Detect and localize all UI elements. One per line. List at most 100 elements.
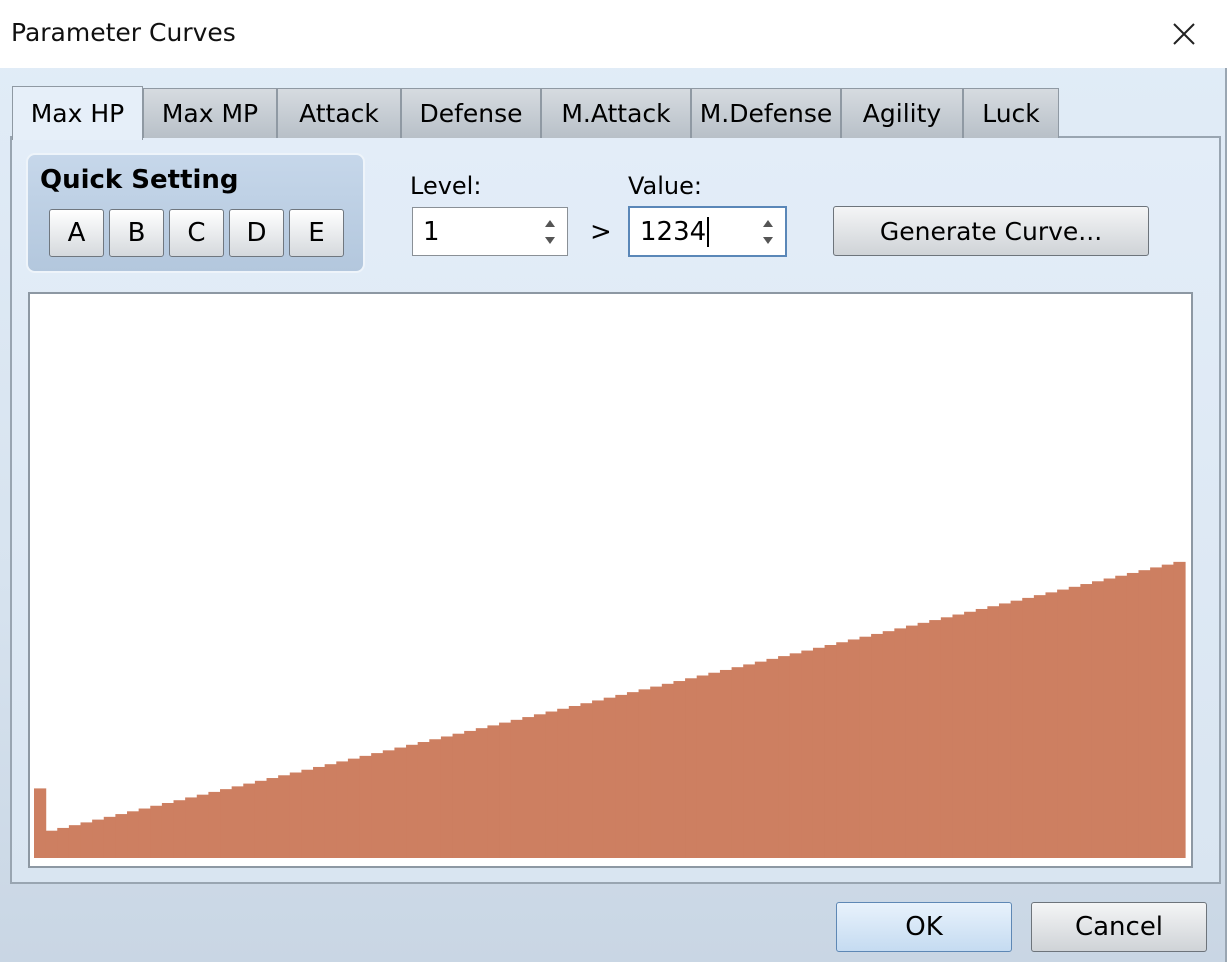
curve-bar-level-72	[859, 636, 872, 858]
spin-up-icon[interactable]	[543, 216, 557, 230]
curve-bar-level-56	[673, 681, 686, 858]
curve-bar-level-40	[487, 725, 500, 858]
curve-bar-level-96	[1138, 570, 1151, 858]
curve-bar-level-47	[568, 705, 582, 858]
close-button[interactable]	[1160, 12, 1208, 56]
curve-bar-level-66	[789, 653, 802, 858]
curve-bar-level-11	[150, 805, 163, 858]
title-bar: Parameter Curves	[0, 0, 1227, 68]
curve-bar-level-21	[266, 778, 279, 858]
curve-bar-level-9	[127, 811, 140, 858]
curve-bar-level-92	[1091, 581, 1105, 858]
curve-bar-level-4	[68, 825, 82, 858]
curve-bar-level-42	[510, 719, 523, 858]
curve-bar-level-8	[115, 814, 128, 858]
curve-bar-level-1	[34, 788, 47, 858]
value-spin-arrows	[761, 216, 775, 248]
curve-bar-level-35	[429, 739, 442, 858]
curve-chart-svg[interactable]	[30, 294, 1191, 866]
curve-bar-level-46	[557, 708, 570, 858]
curve-bar-level-61	[731, 667, 744, 858]
curve-bar-level-75	[894, 628, 907, 858]
tab-agility[interactable]: Agility	[841, 88, 963, 138]
curve-bar-level-53	[638, 689, 651, 858]
spin-down-icon[interactable]	[761, 234, 775, 248]
value-input[interactable]: 1234	[640, 208, 710, 255]
curve-bar-level-62	[743, 664, 756, 858]
text-caret	[707, 216, 710, 247]
spin-down-icon[interactable]	[543, 234, 557, 248]
level-value: 1	[423, 216, 440, 247]
arrow-separator: >	[590, 217, 612, 247]
level-stepper[interactable]: 1	[412, 207, 568, 256]
curve-bar-level-50	[603, 697, 616, 858]
curve-bar-level-98	[1161, 564, 1174, 858]
curve-bar-level-33	[406, 744, 419, 858]
curve-bar-level-49	[592, 700, 605, 858]
curve-bar-level-93	[1103, 578, 1116, 858]
curve-bar-level-71	[847, 639, 861, 858]
value-label: Value:	[628, 172, 702, 200]
curve-bar-level-19	[243, 783, 256, 858]
tab-m-defense[interactable]: M.Defense	[691, 88, 841, 138]
curve-bar-level-20	[254, 780, 268, 858]
value-text: 1234	[640, 216, 707, 247]
curve-bar-level-65	[778, 656, 791, 858]
curve-bar-level-34	[417, 742, 430, 858]
tab-m-attack[interactable]: M.Attack	[541, 88, 691, 138]
curve-bar-level-95	[1126, 572, 1140, 858]
curve-bar-level-52	[626, 692, 640, 858]
tab-max-hp[interactable]: Max HP	[12, 86, 143, 140]
curve-bar-level-81	[964, 611, 977, 858]
curve-bar-level-24	[301, 769, 314, 858]
curve-bar-level-27	[336, 761, 349, 858]
curve-bar-level-70	[836, 642, 849, 858]
curve-bar-level-78	[929, 620, 942, 858]
generate-curve-button[interactable]: Generate Curve...	[833, 206, 1149, 256]
curve-bar-level-73	[871, 633, 884, 858]
tab-attack[interactable]: Attack	[277, 88, 401, 138]
quick-button-a[interactable]: A	[49, 209, 104, 257]
curve-bar-level-14	[185, 797, 198, 858]
curve-bar-level-6	[92, 819, 105, 858]
curve-bar-level-41	[499, 722, 512, 858]
curve-bar-level-94	[1115, 575, 1128, 858]
curve-bar-level-45	[545, 711, 558, 858]
curve-bar-level-12	[161, 802, 175, 858]
curve-bar-level-82	[975, 608, 988, 858]
curve-bar-level-15	[196, 794, 209, 858]
quick-button-c[interactable]: C	[169, 209, 224, 257]
curve-bar-level-2	[45, 830, 58, 858]
curve-bar-level-29	[359, 755, 372, 858]
quick-button-e[interactable]: E	[289, 209, 344, 257]
curve-bar-level-74	[882, 631, 895, 858]
quick-setting-group: Quick Setting A B C D E	[26, 153, 365, 273]
curve-bar-level-22	[278, 775, 291, 858]
curve-bar-level-37	[452, 733, 465, 858]
curve-bar-level-87	[1033, 595, 1047, 858]
curve-bar-level-5	[80, 822, 93, 858]
tab-defense[interactable]: Defense	[401, 88, 541, 138]
curve-bar-level-39	[475, 728, 489, 858]
close-icon	[1173, 23, 1195, 45]
curve-bar-level-59	[708, 672, 721, 858]
curve-chart[interactable]	[28, 292, 1193, 868]
curve-bar-level-68	[812, 647, 826, 858]
curve-bar-level-86	[1022, 597, 1035, 858]
curve-bar-level-26	[324, 764, 337, 858]
curve-bar-level-3	[57, 827, 70, 858]
tab-luck[interactable]: Luck	[963, 88, 1059, 138]
spin-up-icon[interactable]	[761, 216, 775, 230]
value-stepper[interactable]: 1234	[628, 206, 787, 257]
curve-bar-level-60	[719, 669, 733, 858]
tab-max-mp[interactable]: Max MP	[143, 88, 277, 138]
quick-button-b[interactable]: B	[109, 209, 164, 257]
window-title: Parameter Curves	[11, 18, 236, 47]
quick-button-d[interactable]: D	[229, 209, 284, 257]
curve-bar-level-32	[394, 747, 407, 858]
cancel-button[interactable]: Cancel	[1031, 902, 1207, 952]
ok-button[interactable]: OK	[836, 902, 1012, 952]
curve-bar-level-48	[580, 703, 593, 858]
curve-bar-level-69	[824, 645, 837, 858]
curve-bar-level-36	[440, 736, 454, 858]
